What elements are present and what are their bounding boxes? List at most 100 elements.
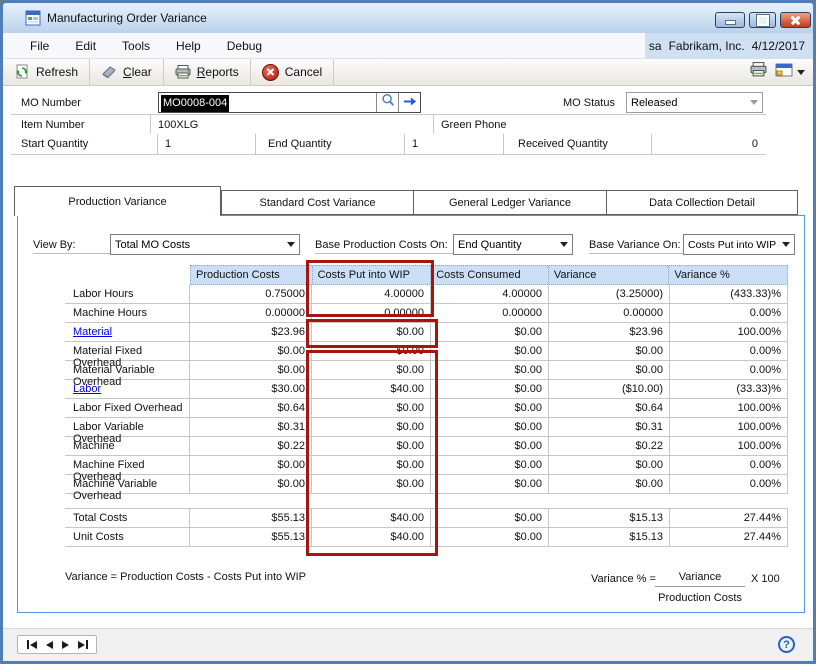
refresh-button[interactable]: Refresh xyxy=(3,59,90,85)
cell: $0.00 xyxy=(549,361,670,379)
cell: $0.00 xyxy=(431,399,549,417)
table-header: Production Costs Costs Put into WIP Cost… xyxy=(190,265,788,285)
menu-help[interactable]: Help xyxy=(163,35,214,57)
row-label: Material Fixed Overhead xyxy=(65,342,190,360)
cell: 100.00% xyxy=(670,399,788,417)
toolbar: Refresh Clear Re xyxy=(3,59,813,86)
manufacturing-order-variance-window: Manufacturing Order Variance File Edit T… xyxy=(0,0,816,664)
mo-number-input[interactable]: MO0008-004 xyxy=(158,92,421,113)
cell: 0.00000 xyxy=(431,304,549,322)
cell: (33.33)% xyxy=(670,380,788,398)
cell: 100.00% xyxy=(670,418,788,436)
formula-numerator: Variance xyxy=(655,571,745,583)
cell: $0.00 xyxy=(312,437,431,455)
tab-standard-cost-variance[interactable]: Standard Cost Variance xyxy=(221,190,414,215)
table-row: Material$23.96$0.00$0.00$23.96100.00% xyxy=(65,323,788,342)
first-record-button[interactable] xyxy=(27,640,37,649)
menu-edit[interactable]: Edit xyxy=(62,35,109,57)
close-button[interactable] xyxy=(780,12,811,28)
cell: $0.22 xyxy=(549,437,670,455)
view-by-dropdown[interactable]: Total MO Costs xyxy=(110,234,300,255)
minimize-button[interactable] xyxy=(715,12,745,28)
layout-button[interactable] xyxy=(775,63,805,82)
quantities-row: Start Quantity 1 End Quantity 1 Received… xyxy=(11,134,766,155)
menu-file[interactable]: File xyxy=(17,35,62,57)
row-link[interactable]: Material xyxy=(65,323,190,341)
cell: $0.00 xyxy=(431,475,549,493)
cell: 0.00% xyxy=(670,304,788,322)
cell: $0.00 xyxy=(312,399,431,417)
tab-production-variance[interactable]: Production Variance xyxy=(14,186,221,216)
variance-table-totals: Total Costs$55.13$40.00$0.00$15.1327.44%… xyxy=(65,508,788,547)
tab-label: General Ledger Variance xyxy=(449,197,571,209)
help-button[interactable]: ? xyxy=(778,636,795,653)
row-label: Machine Hours xyxy=(65,304,190,322)
go-to-button[interactable] xyxy=(398,93,420,112)
cell: 27.44% xyxy=(670,528,788,546)
tab-data-collection-detail[interactable]: Data Collection Detail xyxy=(606,190,798,215)
print-button[interactable] xyxy=(750,62,767,82)
mo-number-label: MO Number xyxy=(21,97,81,109)
next-record-button[interactable] xyxy=(62,641,69,649)
tab-label: Standard Cost Variance xyxy=(260,197,376,209)
table-row: Labor Hours0.750004.000004.00000(3.25000… xyxy=(65,285,788,304)
cell: $0.64 xyxy=(190,399,312,417)
cell: $0.00 xyxy=(312,418,431,436)
cancel-button[interactable]: Cancel xyxy=(251,59,334,85)
menu-tools[interactable]: Tools xyxy=(109,35,163,57)
minimize-icon xyxy=(725,20,736,25)
row-label: Labor Variable Overhead xyxy=(65,418,190,436)
cell: $0.00 xyxy=(431,323,549,341)
user-panel: sa Fabrikam, Inc. 4/12/2017 xyxy=(645,33,813,59)
item-number-row: Item Number 100XLG Green Phone xyxy=(11,114,766,135)
table-row: Material Fixed Overhead$0.00$0.00$0.00$0… xyxy=(65,342,788,361)
cell: $0.00 xyxy=(312,323,431,341)
help-icon: ? xyxy=(783,639,790,651)
record-navigation xyxy=(17,635,97,654)
row-label: Labor Fixed Overhead xyxy=(65,399,190,417)
mo-status-dropdown[interactable]: Released xyxy=(626,92,763,113)
tab-label: Data Collection Detail xyxy=(649,197,755,209)
chevron-down-icon xyxy=(560,242,568,247)
base-variance-dropdown[interactable]: Costs Put into WIP xyxy=(683,234,795,255)
variance-table: Production Costs Costs Put into WIP Cost… xyxy=(65,265,788,494)
menubar: File Edit Tools Help Debug sa Fabrikam, … xyxy=(3,33,813,59)
menu-debug[interactable]: Debug xyxy=(214,35,275,57)
lookup-button[interactable] xyxy=(376,93,398,112)
variance-formula: Variance = Production Costs - Costs Put … xyxy=(65,571,306,583)
row-label: Machine Fixed Overhead xyxy=(65,456,190,474)
tab-general-ledger-variance[interactable]: General Ledger Variance xyxy=(413,190,607,215)
cell: $0.00 xyxy=(431,418,549,436)
refresh-icon xyxy=(14,64,30,80)
maximize-button[interactable] xyxy=(749,12,776,28)
row-link[interactable]: Labor xyxy=(65,380,190,398)
cell: $15.13 xyxy=(549,528,670,546)
cell: $0.22 xyxy=(190,437,312,455)
close-icon xyxy=(790,15,801,26)
mo-status-label: MO Status xyxy=(563,97,615,109)
column-variance: Variance xyxy=(549,266,670,284)
clear-button[interactable]: Clear xyxy=(90,59,164,85)
cell: $40.00 xyxy=(312,509,431,527)
base-variance-label: Base Variance On: xyxy=(589,239,681,251)
column-costs-put-into-wip: Costs Put into WIP xyxy=(313,266,432,284)
cell: 0.00000 xyxy=(190,304,312,322)
cancel-icon xyxy=(262,64,279,81)
base-production-costs-dropdown[interactable]: End Quantity xyxy=(453,234,573,255)
cell: $0.31 xyxy=(549,418,670,436)
cell: $40.00 xyxy=(312,528,431,546)
cell: 100.00% xyxy=(670,437,788,455)
cell: $0.00 xyxy=(190,361,312,379)
row-label: Total Costs xyxy=(65,509,190,527)
app-icon xyxy=(25,10,41,26)
cell: $0.00 xyxy=(431,437,549,455)
item-number-label: Item Number xyxy=(21,119,85,131)
previous-record-button[interactable] xyxy=(46,641,53,649)
cell: $23.96 xyxy=(549,323,670,341)
cell: $0.00 xyxy=(431,528,549,546)
titlebar[interactable]: Manufacturing Order Variance xyxy=(3,3,813,34)
reports-button[interactable]: Reports xyxy=(164,59,251,85)
cell: $0.00 xyxy=(190,456,312,474)
tab-label: Production Variance xyxy=(68,196,166,208)
last-record-button[interactable] xyxy=(78,640,88,649)
